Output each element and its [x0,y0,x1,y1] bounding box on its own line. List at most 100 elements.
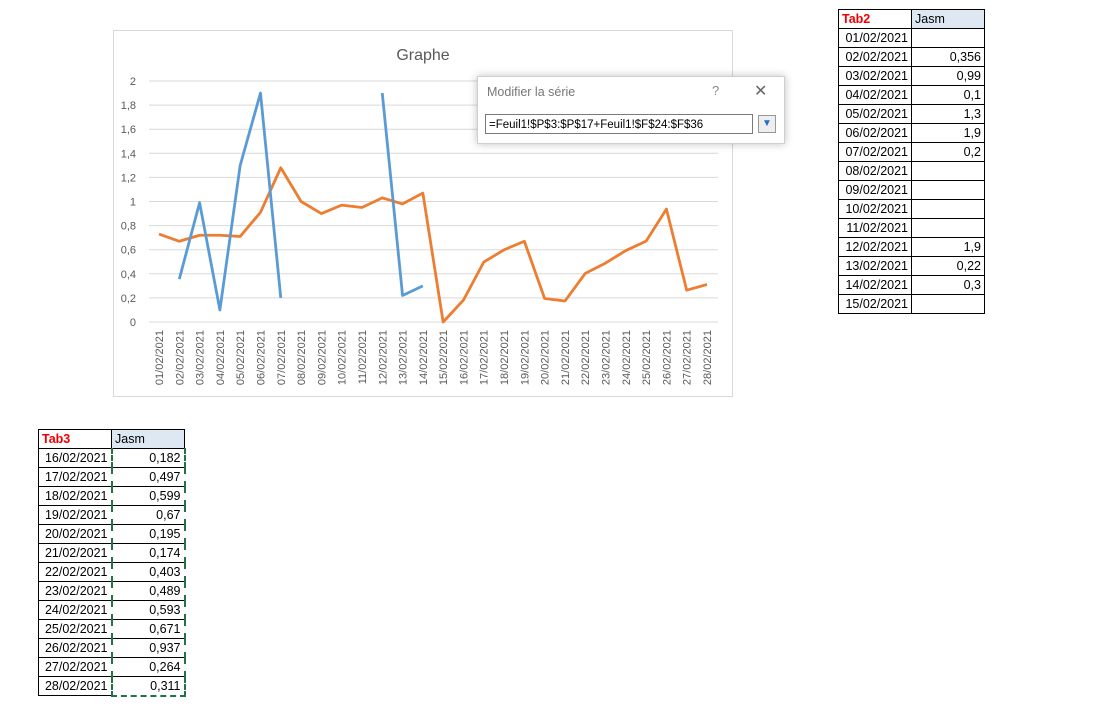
value-cell[interactable]: 0,1 [911,85,985,105]
x-tick-label: 20/02/2021 [540,330,552,385]
table-row: 21/02/2021 0,174 [38,543,186,563]
table-row: 01/02/2021 [838,28,985,48]
date-cell[interactable]: 20/02/2021 [38,524,112,544]
value-cell[interactable]: 0,356 [911,47,985,67]
date-cell[interactable]: 18/02/2021 [38,486,112,506]
value-cell[interactable]: 0,593 [110,600,186,620]
x-tick-label: 05/02/2021 [235,330,247,385]
date-cell[interactable]: 01/02/2021 [838,28,912,48]
table-row: 10/02/2021 [838,199,985,219]
date-cell[interactable]: 15/02/2021 [838,294,912,314]
date-cell[interactable]: 19/02/2021 [38,505,112,525]
value-cell[interactable]: 0,195 [110,524,186,544]
date-cell[interactable]: 23/02/2021 [38,581,112,601]
value-cell[interactable]: 1,3 [911,104,985,124]
value-cell[interactable] [911,180,985,200]
column-header[interactable]: Jasm [911,9,985,29]
chart-title: Graphe [396,47,449,64]
date-cell[interactable]: 26/02/2021 [38,638,112,658]
table-tab2: Tab2 Jasm 01/02/2021 02/02/2021 0,356 03/02/2… [838,9,985,314]
value-cell[interactable] [911,161,985,181]
x-tick-label: 24/02/2021 [621,330,633,385]
value-cell[interactable]: 0,937 [110,638,186,658]
table-row: 27/02/2021 0,264 [38,657,186,677]
table-row: 13/02/2021 0,22 [838,256,985,276]
table-row: 02/02/2021 0,356 [838,47,985,67]
date-cell[interactable]: 17/02/2021 [38,467,112,487]
value-cell[interactable]: 0,67 [110,505,186,525]
date-cell[interactable]: 02/02/2021 [838,47,912,67]
y-tick-label: 1,2 [121,172,136,184]
x-tick-label: 27/02/2021 [682,330,694,385]
x-tick-label: 21/02/2021 [560,330,572,385]
table-title[interactable]: Tab3 [38,429,112,449]
x-tick-label: 19/02/2021 [519,330,531,385]
table-row: 03/02/2021 0,99 [838,66,985,86]
value-cell[interactable]: 0,182 [110,448,186,468]
x-tick-label: 13/02/2021 [398,330,410,385]
close-button[interactable]: ✕ [754,81,767,101]
table-row: 14/02/2021 0,3 [838,275,985,295]
value-cell[interactable]: 0,489 [110,581,186,601]
series-line-orange [158,166,708,324]
value-cell[interactable]: 0,671 [110,619,186,639]
table-row: 06/02/2021 1,9 [838,123,985,143]
value-cell[interactable] [911,294,985,314]
column-header[interactable]: Jasm [111,429,185,449]
value-cell[interactable]: 0,497 [110,467,186,487]
table-title[interactable]: Tab2 [838,9,912,29]
table-row: 18/02/2021 0,599 [38,486,186,506]
date-cell[interactable]: 12/02/2021 [838,237,912,257]
y-tick-label: 1,4 [121,148,136,160]
x-tick-label: 11/02/2021 [357,330,369,384]
date-cell[interactable]: 13/02/2021 [838,256,912,276]
header-row: Tab2 Jasm [838,9,985,29]
date-cell[interactable]: 11/02/2021 [838,218,912,238]
date-cell[interactable]: 04/02/2021 [838,85,912,105]
date-cell[interactable]: 09/02/2021 [838,180,912,200]
date-cell[interactable]: 22/02/2021 [38,562,112,582]
value-cell[interactable]: 1,9 [911,237,985,257]
date-cell[interactable]: 21/02/2021 [38,543,112,563]
value-cell[interactable]: 0,22 [911,256,985,276]
date-cell[interactable]: 05/02/2021 [838,104,912,124]
value-cell[interactable]: 0,264 [110,657,186,677]
date-cell[interactable]: 14/02/2021 [838,275,912,295]
x-tick-label: 01/02/2021 [154,330,166,385]
x-tick-label: 12/02/2021 [377,330,389,385]
date-cell[interactable]: 10/02/2021 [838,199,912,219]
date-cell[interactable]: 08/02/2021 [838,161,912,181]
value-cell[interactable]: 1,9 [911,123,985,143]
y-tick-label: 0 [130,317,136,329]
value-cell[interactable] [911,218,985,238]
value-cell[interactable]: 0,3 [911,275,985,295]
table-row: 08/02/2021 [838,161,985,181]
collapse-dialog-button[interactable]: ▼ [758,115,776,133]
date-cell[interactable]: 03/02/2021 [838,66,912,86]
help-button[interactable]: ? [712,83,719,98]
table-tab3: Tab3 Jasm 16/02/2021 0,182 17/02/2021 0,497 18… [38,429,186,697]
date-cell[interactable]: 07/02/2021 [838,142,912,162]
table-row: 11/02/2021 [838,218,985,238]
value-cell[interactable] [911,28,985,48]
date-cell[interactable]: 06/02/2021 [838,123,912,143]
date-cell[interactable]: 16/02/2021 [38,448,112,468]
date-cell[interactable]: 28/02/2021 [38,676,112,696]
value-cell[interactable]: 0,311 [110,676,186,697]
value-cell[interactable]: 0,403 [110,562,186,582]
date-cell[interactable]: 24/02/2021 [38,600,112,620]
value-cell[interactable] [911,199,985,219]
x-tick-label: 06/02/2021 [255,330,267,385]
y-tick-label: 1,6 [121,124,136,136]
series-formula-input[interactable]: =Feuil1!$P$3:$P$17+Feuil1!$F$24:$F$36 [485,114,753,134]
value-cell[interactable]: 0,174 [110,543,186,563]
date-cell[interactable]: 25/02/2021 [38,619,112,639]
value-cell[interactable]: 0,599 [110,486,186,506]
table-row: 04/02/2021 0,1 [838,85,985,105]
x-tick-label: 03/02/2021 [195,330,207,385]
date-cell[interactable]: 27/02/2021 [38,657,112,677]
table-row: 23/02/2021 0,489 [38,581,186,601]
value-cell[interactable]: 0,99 [911,66,985,86]
y-tick-label: 0,4 [121,269,136,281]
value-cell[interactable]: 0,2 [911,142,985,162]
